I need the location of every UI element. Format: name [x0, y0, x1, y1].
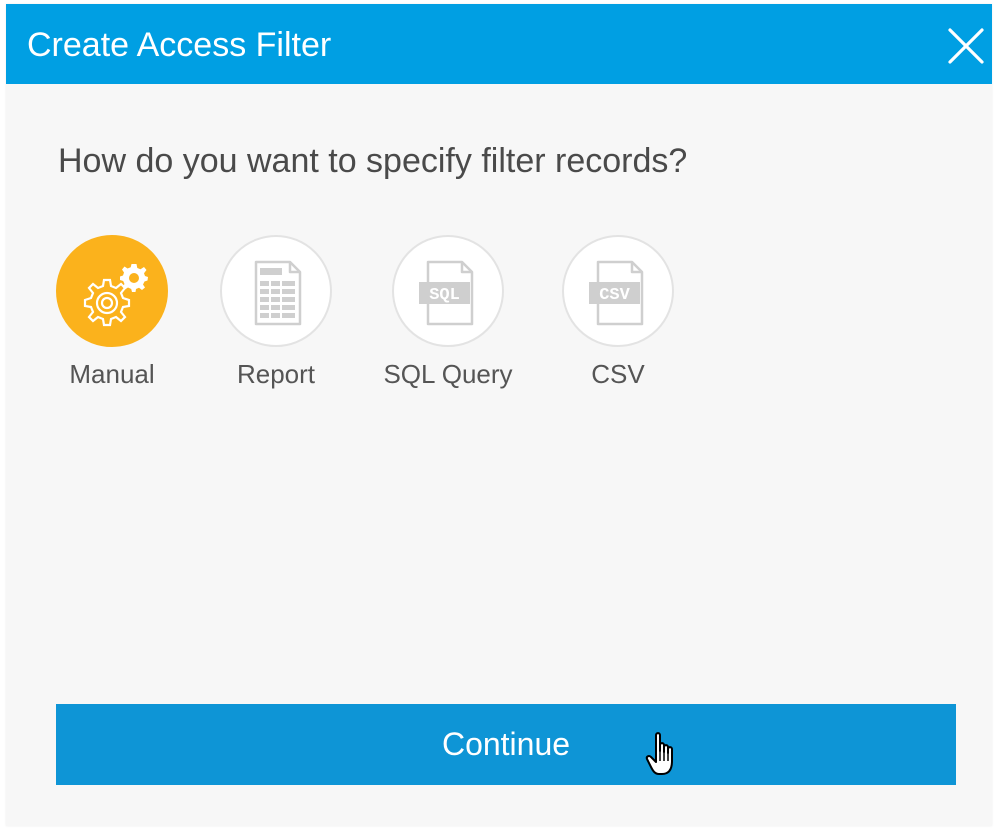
option-csv-circle: CSV [562, 235, 674, 347]
create-access-filter-dialog: Create Access Filter How do you want to … [6, 4, 992, 826]
close-button[interactable] [944, 24, 988, 68]
sql-document-icon: SQL [419, 260, 474, 326]
option-manual-circle [56, 235, 168, 347]
gears-icon [83, 264, 148, 327]
continue-button-label: Continue [441, 726, 571, 762]
dialog-header: Create Access Filter [6, 4, 992, 84]
continue-button[interactable]: Continue [56, 704, 956, 785]
sql-icon-text: SQL [429, 286, 460, 305]
dialog-title: Create Access Filter [27, 26, 332, 64]
filter-question: How do you want to specify filter record… [58, 142, 688, 180]
csv-icon-text: CSV [599, 286, 630, 305]
option-report-circle [220, 235, 332, 347]
option-manual[interactable]: Manual [49, 234, 179, 394]
option-csv[interactable]: CSV CSV [555, 234, 685, 394]
close-icon [948, 28, 984, 64]
option-csv-label: CSV [591, 359, 645, 389]
option-report[interactable]: Report [213, 234, 343, 394]
option-sql-query-label: SQL Query [383, 359, 513, 389]
csv-document-icon: CSV [589, 260, 644, 326]
option-report-label: Report [236, 359, 316, 389]
option-manual-label: Manual [69, 359, 155, 389]
option-sql-query-circle: SQL [392, 235, 504, 347]
option-sql-query[interactable]: SQL SQL Query [383, 234, 515, 394]
hand-pointer-icon [645, 732, 673, 775]
report-document-icon [254, 260, 302, 326]
